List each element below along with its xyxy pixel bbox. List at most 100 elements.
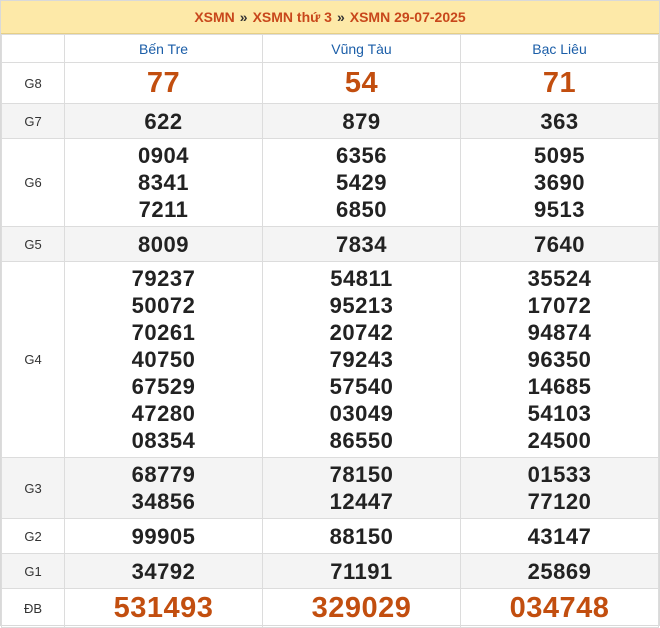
prize-number: 77 bbox=[146, 66, 181, 99]
breadcrumb-link-xsmn-thu-3[interactable]: XSMN thứ 3 bbox=[253, 9, 332, 25]
prize-cell: 6356 5429 6850 bbox=[262, 138, 461, 227]
prize-number: 6356 bbox=[336, 143, 387, 168]
prize-number: 35524 bbox=[527, 266, 592, 291]
prize-number: 79243 bbox=[329, 347, 394, 372]
prize-cell: 79237 50072 70261 40750 67529 47280 08354 bbox=[64, 261, 263, 458]
prize-number: 5095 bbox=[534, 143, 585, 168]
prize-cell: 78150 12447 bbox=[262, 457, 461, 519]
prize-label: G1 bbox=[1, 553, 65, 589]
prize-label: G4 bbox=[1, 261, 65, 458]
prize-number: 531493 bbox=[113, 591, 214, 624]
prize-number: 20742 bbox=[329, 320, 394, 345]
prize-cell: 7640 bbox=[460, 226, 659, 262]
prize-number: 3690 bbox=[534, 170, 585, 195]
prize-number: 78150 bbox=[329, 462, 394, 487]
prize-cell: 25869 bbox=[460, 553, 659, 589]
prize-number: 8341 bbox=[138, 170, 189, 195]
prize-row-g4: G4 79237 50072 70261 40750 67529 47280 08354 548… bbox=[1, 261, 659, 458]
prize-number: 88150 bbox=[329, 523, 394, 549]
prize-cell: 77 bbox=[64, 62, 263, 104]
prize-label: G6 bbox=[1, 138, 65, 227]
prize-number: 57540 bbox=[329, 374, 394, 399]
prize-cell: 034748 bbox=[460, 588, 659, 628]
prize-number: 03049 bbox=[329, 401, 394, 426]
prize-number: 71 bbox=[542, 66, 577, 99]
prize-row-đb: ĐB 531493 329029 034748 bbox=[1, 588, 659, 628]
prize-cell: 54 bbox=[262, 62, 461, 104]
prize-number: 08354 bbox=[131, 428, 196, 453]
province-name[interactable]: Bến Tre bbox=[64, 34, 263, 63]
prize-number: 7211 bbox=[138, 197, 189, 222]
prize-number: 622 bbox=[144, 108, 183, 134]
prize-number: 77120 bbox=[527, 489, 592, 514]
province-header-row: Bến Tre Vũng Tàu Bạc Liêu bbox=[1, 34, 659, 63]
prize-cell: 71191 bbox=[262, 553, 461, 589]
prize-number: 7834 bbox=[336, 231, 387, 257]
prize-number: 54811 bbox=[330, 266, 393, 291]
prize-cell: 7834 bbox=[262, 226, 461, 262]
prize-cell: 43147 bbox=[460, 518, 659, 554]
prize-number: 12447 bbox=[329, 489, 394, 514]
prize-number: 363 bbox=[540, 108, 579, 134]
prize-row-g2: G2 99905 88150 43147 bbox=[1, 518, 659, 554]
prize-number: 17072 bbox=[527, 293, 592, 318]
prize-number: 5429 bbox=[336, 170, 387, 195]
breadcrumb-separator: » bbox=[336, 9, 345, 25]
prize-label: G2 bbox=[1, 518, 65, 554]
prize-number: 50072 bbox=[131, 293, 196, 318]
prize-cell: 71 bbox=[460, 62, 659, 104]
prize-number: 95213 bbox=[329, 293, 394, 318]
prize-cell: 34792 bbox=[64, 553, 263, 589]
breadcrumb-link-date[interactable]: XSMN 29-07-2025 bbox=[350, 9, 466, 25]
province-name[interactable]: Bạc Liêu bbox=[460, 34, 659, 63]
prize-number: 9513 bbox=[534, 197, 585, 222]
prize-row-g1: G1 34792 71191 25869 bbox=[1, 553, 659, 589]
prize-number: 96350 bbox=[527, 347, 592, 372]
prize-number: 329029 bbox=[311, 591, 412, 624]
prize-number: 034748 bbox=[509, 591, 610, 624]
prize-number: 79237 bbox=[131, 266, 196, 291]
prize-cell: 622 bbox=[64, 103, 263, 139]
prize-number: 40750 bbox=[131, 347, 196, 372]
prize-number: 7640 bbox=[534, 231, 585, 257]
prize-row-g5: G5 8009 7834 7640 bbox=[1, 226, 659, 262]
prize-label: G5 bbox=[1, 226, 65, 262]
prize-number: 01533 bbox=[527, 462, 592, 487]
prize-number: 24500 bbox=[527, 428, 592, 453]
prize-number: 25869 bbox=[527, 558, 592, 584]
prize-number: 70261 bbox=[131, 320, 196, 345]
breadcrumb-separator: » bbox=[239, 9, 248, 25]
prize-number: 34856 bbox=[131, 489, 196, 514]
prize-cell: 363 bbox=[460, 103, 659, 139]
prize-number: 94874 bbox=[527, 320, 592, 345]
prize-number: 54 bbox=[344, 66, 379, 99]
prize-cell: 0904 8341 7211 bbox=[64, 138, 263, 227]
empty-header-cell bbox=[1, 34, 65, 63]
prize-cell: 329029 bbox=[262, 588, 461, 628]
prize-number: 14685 bbox=[527, 374, 592, 399]
results-table: Bến Tre Vũng Tàu Bạc Liêu G8 77 54 71 G7 622 8… bbox=[1, 34, 659, 628]
prize-number: 6850 bbox=[336, 197, 387, 222]
prize-number: 67529 bbox=[131, 374, 196, 399]
prize-number: 86550 bbox=[329, 428, 394, 453]
results-panel: XSMN » XSMN thứ 3 » XSMN 29-07-2025 Bến … bbox=[0, 0, 660, 628]
prize-label: G7 bbox=[1, 103, 65, 139]
prize-cell: 54811 95213 20742 79243 57540 03049 86550 bbox=[262, 261, 461, 458]
breadcrumb: XSMN » XSMN thứ 3 » XSMN 29-07-2025 bbox=[1, 1, 659, 34]
province-name[interactable]: Vũng Tàu bbox=[262, 34, 461, 63]
prize-label: G8 bbox=[1, 62, 65, 104]
prize-number: 68779 bbox=[131, 462, 196, 487]
breadcrumb-link-xsmn[interactable]: XSMN bbox=[194, 9, 234, 25]
prize-cell: 99905 bbox=[64, 518, 263, 554]
prize-cell: 01533 77120 bbox=[460, 457, 659, 519]
prize-label: G3 bbox=[1, 457, 65, 519]
prize-cell: 8009 bbox=[64, 226, 263, 262]
prize-cell: 35524 17072 94874 96350 14685 54103 24500 bbox=[460, 261, 659, 458]
prize-number: 8009 bbox=[138, 231, 189, 257]
prize-row-g7: G7 622 879 363 bbox=[1, 103, 659, 139]
prize-cell: 879 bbox=[262, 103, 461, 139]
prize-number: 71191 bbox=[330, 558, 393, 584]
prize-row-g6: G6 0904 8341 7211 6356 5429 6850 5095 3690 9513 bbox=[1, 138, 659, 227]
prize-row-g3: G3 68779 34856 78150 12447 01533 77120 bbox=[1, 457, 659, 519]
prize-number: 879 bbox=[342, 108, 381, 134]
